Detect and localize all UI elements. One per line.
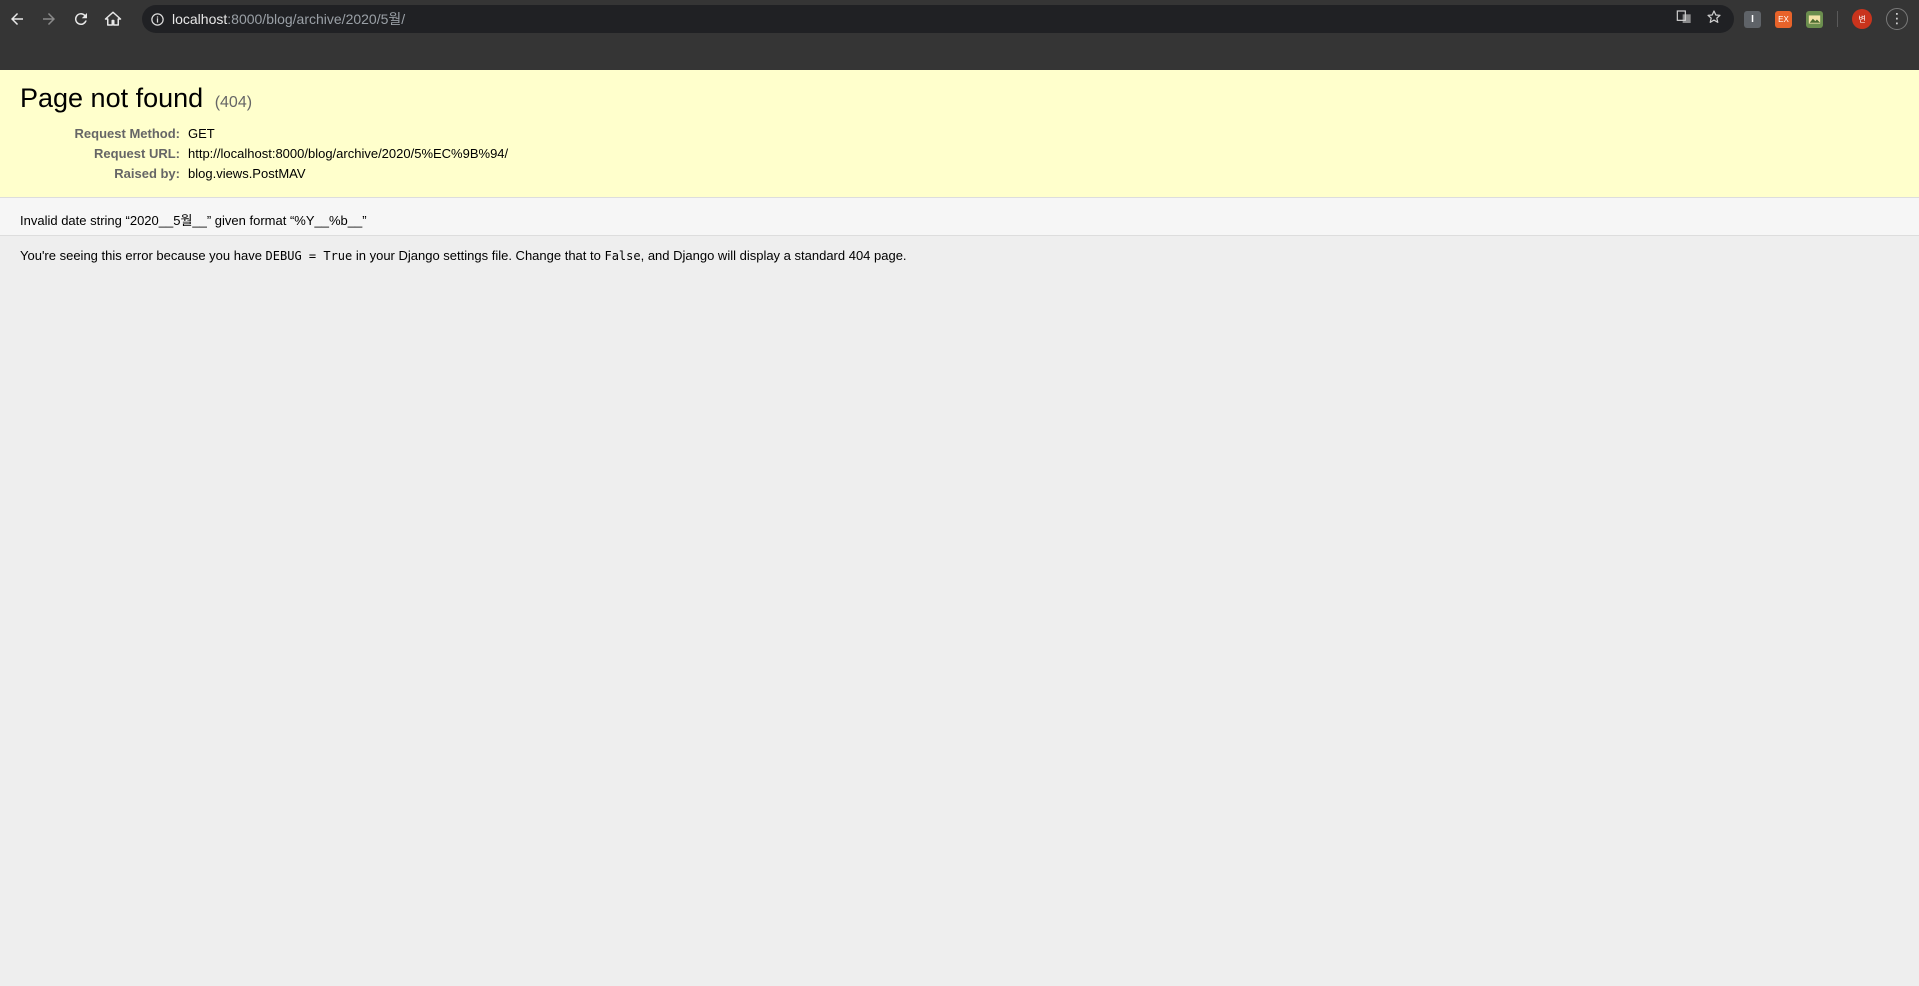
- row-label: Request Method:: [74, 126, 180, 141]
- address-bar[interactable]: localhost:8000/blog/archive/2020/5월/: [142, 5, 1734, 33]
- reload-button[interactable]: [66, 4, 96, 34]
- url-path: :8000/blog/archive/2020/5월/: [227, 11, 406, 27]
- translate-icon[interactable]: [1676, 9, 1692, 29]
- table-row: Raised by: blog.views.PostMAV: [20, 164, 508, 184]
- false-code: False: [604, 249, 641, 263]
- bookmarks-bar: [0, 38, 1919, 70]
- reload-icon: [74, 13, 87, 26]
- extensions-area: I EX 변 ⋮: [1744, 7, 1908, 31]
- request-meta-table: Request Method: GET Request URL: http://…: [20, 124, 509, 184]
- back-button[interactable]: [2, 4, 32, 34]
- back-icon: [11, 13, 23, 25]
- star-icon[interactable]: [1706, 9, 1722, 29]
- toolbar-separator: [1837, 11, 1838, 27]
- debug-explanation: You're seeing this error because you hav…: [0, 236, 1919, 276]
- explanation-part1: You're seeing this error because you hav…: [20, 248, 266, 263]
- profile-avatar[interactable]: 변: [1852, 9, 1872, 29]
- debug-setting-code: DEBUG = True: [265, 249, 353, 263]
- error-summary: Page not found (404) Request Method: GET…: [0, 70, 1919, 198]
- error-message: Invalid date string “2020__5월__” given f…: [20, 213, 367, 228]
- row-value: GET: [188, 126, 215, 141]
- explanation-part2: in your Django settings file. Change tha…: [352, 248, 605, 263]
- row-label: Request URL:: [94, 146, 180, 161]
- forward-button[interactable]: [34, 4, 64, 34]
- error-title: Page not found: [20, 83, 204, 113]
- url-host: localhost: [172, 11, 228, 27]
- home-icon: [104, 11, 122, 26]
- menu-icon[interactable]: ⋮: [1886, 8, 1908, 30]
- browser-toolbar: localhost:8000/blog/archive/2020/5월/ I E…: [0, 0, 1919, 38]
- url-text[interactable]: localhost:8000/blog/archive/2020/5월/: [172, 9, 405, 29]
- status-code: (404): [214, 94, 253, 111]
- extension-image-icon[interactable]: [1806, 10, 1823, 28]
- forward-icon: [43, 13, 55, 25]
- home-button[interactable]: [98, 4, 128, 34]
- table-row: Request URL: http://localhost:8000/blog/…: [20, 144, 508, 164]
- explanation-part3: , and Django will display a standard 404…: [640, 248, 907, 263]
- error-info: Invalid date string “2020__5월__” given f…: [0, 198, 1919, 236]
- row-label: Raised by:: [114, 166, 180, 181]
- extension-i-icon[interactable]: I: [1744, 10, 1761, 28]
- row-value: blog.views.PostMAV: [188, 166, 306, 181]
- page-title: Page not found (404): [20, 83, 1899, 114]
- info-icon[interactable]: [142, 12, 172, 27]
- table-row: Request Method: GET: [20, 124, 508, 144]
- row-value: http://localhost:8000/blog/archive/2020/…: [188, 146, 509, 161]
- extension-ex-icon[interactable]: EX: [1775, 10, 1792, 28]
